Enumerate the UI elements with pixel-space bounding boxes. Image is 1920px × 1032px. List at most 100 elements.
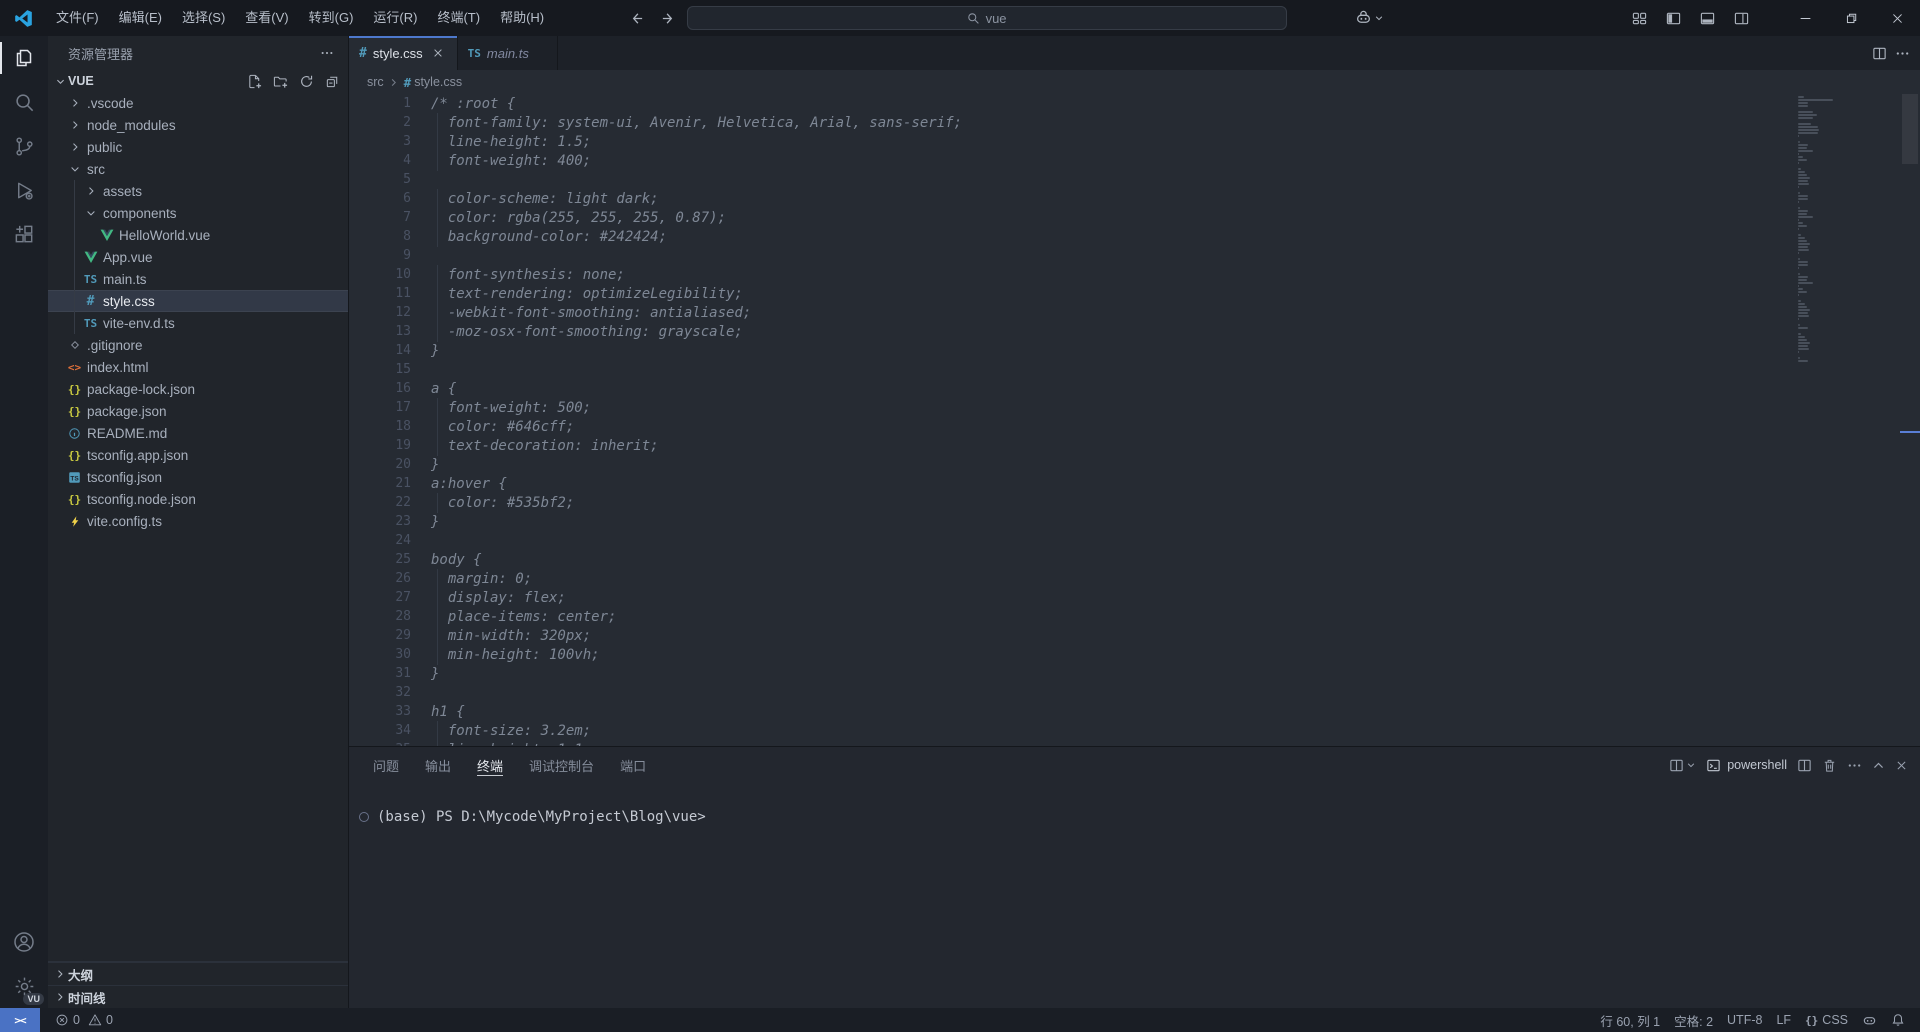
- menu-item[interactable]: 文件(F): [46, 5, 109, 31]
- tree-item-main.ts[interactable]: TSmain.ts: [48, 268, 348, 290]
- command-center-search[interactable]: vue: [687, 6, 1287, 30]
- scrollbar-thumb[interactable]: [1902, 94, 1918, 164]
- close-tab-icon[interactable]: [429, 44, 447, 62]
- code-text: /* :root {: [429, 96, 515, 112]
- toggle-secondary-sidebar-icon[interactable]: [1726, 5, 1756, 31]
- minimap[interactable]: [1792, 94, 1900, 363]
- status-language-mode[interactable]: {}CSS: [1798, 1013, 1855, 1027]
- sidebar-section-时间线[interactable]: 时间线: [48, 985, 348, 1008]
- tree-item-tsconfig.node.json[interactable]: {}tsconfig.node.json: [48, 488, 348, 510]
- tree-item-public[interactable]: public: [48, 136, 348, 158]
- menu-item[interactable]: 终端(T): [427, 5, 490, 31]
- tree-item-tsconfig.app.json[interactable]: {}tsconfig.app.json: [48, 444, 348, 466]
- tree-item-.gitignore[interactable]: .gitignore: [48, 334, 348, 356]
- activity-item-source-control[interactable]: [0, 124, 48, 168]
- code-line: 26 margin: 0;: [349, 569, 1790, 588]
- panel-tab-端口[interactable]: 端口: [620, 747, 646, 783]
- status-eol[interactable]: LF: [1769, 1013, 1798, 1027]
- menu-item[interactable]: 帮助(H): [490, 5, 554, 31]
- menu-item[interactable]: 编辑(E): [109, 5, 172, 31]
- code-line: 16a {: [349, 379, 1790, 398]
- sidebar-section-大纲[interactable]: 大纲: [48, 962, 348, 985]
- terminal-output[interactable]: (base) PS D:\Mycode\MyProject\Blog\vue>: [349, 783, 1920, 1008]
- tree-item-package-lock.json[interactable]: {}package-lock.json: [48, 378, 348, 400]
- chevron-right-icon: [52, 966, 68, 982]
- tree-item-tsconfig.json[interactable]: TStsconfig.json: [48, 466, 348, 488]
- code-text: min-width: 320px;: [429, 628, 591, 644]
- line-number: 31: [349, 666, 411, 681]
- new-folder-icon[interactable]: [270, 71, 290, 91]
- back-button[interactable]: [623, 6, 651, 30]
- split-editor-icon[interactable]: [1872, 46, 1887, 61]
- forward-button[interactable]: [655, 6, 683, 30]
- tree-item-HelloWorld.vue[interactable]: HelloWorld.vue: [48, 224, 348, 246]
- editor-scrollbar[interactable]: [1900, 94, 1920, 746]
- breadcrumb-file[interactable]: style.css: [414, 75, 462, 89]
- tree-item-.vscode[interactable]: .vscode: [48, 92, 348, 114]
- tree-item-README.md[interactable]: README.md: [48, 422, 348, 444]
- activity-item-extensions[interactable]: [0, 212, 48, 256]
- workspace-section-header[interactable]: VUE: [48, 70, 348, 92]
- menu-item[interactable]: 查看(V): [235, 5, 298, 31]
- editor-tab-main.ts[interactable]: TSmain.ts: [458, 36, 558, 70]
- tree-item-assets[interactable]: assets: [48, 180, 348, 202]
- status-cursor-position[interactable]: 行 60, 列 1: [1593, 1011, 1667, 1030]
- css-icon: #: [404, 75, 412, 90]
- tree-item-components[interactable]: components: [48, 202, 348, 224]
- panel-tab-调试控制台[interactable]: 调试控制台: [529, 747, 594, 783]
- chevron-down-icon: [52, 73, 68, 89]
- collapse-folders-icon[interactable]: [322, 71, 342, 91]
- new-file-icon[interactable]: [244, 71, 264, 91]
- tree-item-App.vue[interactable]: App.vue: [48, 246, 348, 268]
- minimize-button[interactable]: [1782, 0, 1828, 36]
- terminal-instance-tab[interactable]: powershell: [1706, 758, 1787, 773]
- activity-item-settings[interactable]: VU: [0, 964, 48, 1008]
- tree-item-style.css[interactable]: #style.css: [48, 290, 348, 312]
- panel-tab-输出[interactable]: 输出: [425, 747, 451, 783]
- close-panel-icon[interactable]: [1895, 759, 1908, 772]
- editor-more-actions-icon[interactable]: [1895, 46, 1910, 61]
- activity-item-accounts[interactable]: [0, 920, 48, 964]
- tree-item-node_modules[interactable]: node_modules: [48, 114, 348, 136]
- problems-status[interactable]: 0 0: [48, 1013, 120, 1027]
- status-encoding[interactable]: UTF-8: [1720, 1013, 1769, 1027]
- tree-item-src[interactable]: src: [48, 158, 348, 180]
- code-line: 18 color: #646cff;: [349, 417, 1790, 436]
- tree-item-package.json[interactable]: {}package.json: [48, 400, 348, 422]
- maximize-panel-icon[interactable]: [1872, 759, 1885, 772]
- activity-item-explorer[interactable]: [0, 36, 48, 80]
- kill-terminal-icon[interactable]: [1822, 758, 1837, 773]
- tree-item-index.html[interactable]: <>index.html: [48, 356, 348, 378]
- status-notifications[interactable]: [1884, 1013, 1912, 1027]
- breadcrumb[interactable]: src # style.css: [349, 70, 1920, 94]
- code-editor[interactable]: 1/* :root {2 font-family: system-ui, Ave…: [349, 94, 1920, 746]
- toggle-panel-icon[interactable]: [1692, 5, 1722, 31]
- restore-button[interactable]: [1828, 0, 1874, 36]
- panel-tab-终端[interactable]: 终端: [477, 747, 503, 783]
- status-copilot-status[interactable]: [1855, 1013, 1884, 1028]
- close-window-button[interactable]: [1874, 0, 1920, 36]
- menu-item[interactable]: 选择(S): [172, 5, 235, 31]
- remote-indicator[interactable]: ><: [0, 1008, 40, 1032]
- minimap-line: [1798, 342, 1810, 344]
- activity-item-search[interactable]: [0, 80, 48, 124]
- explorer-more-actions-icon[interactable]: [316, 42, 338, 64]
- panel-more-actions-icon[interactable]: [1847, 758, 1862, 773]
- menu-item[interactable]: 运行(R): [363, 5, 427, 31]
- tree-item-vite.config.ts[interactable]: vite.config.ts: [48, 510, 348, 532]
- activity-item-run-debug[interactable]: [0, 168, 48, 212]
- line-number: 11: [349, 286, 411, 301]
- breadcrumb-folder[interactable]: src: [367, 75, 384, 89]
- status-indentation[interactable]: 空格: 2: [1667, 1011, 1720, 1030]
- split-terminal-icon[interactable]: [1797, 758, 1812, 773]
- customize-layout-icon[interactable]: [1624, 5, 1654, 31]
- toggle-primary-sidebar-icon[interactable]: [1658, 5, 1688, 31]
- minimap-line: [1798, 162, 1799, 164]
- refresh-icon[interactable]: [296, 71, 316, 91]
- launch-profile-button[interactable]: [1669, 758, 1696, 773]
- menu-item[interactable]: 转到(G): [299, 5, 364, 31]
- editor-tab-style.css[interactable]: #style.css: [349, 36, 458, 70]
- tree-item-vite-env.d.ts[interactable]: TSvite-env.d.ts: [48, 312, 348, 334]
- panel-tab-问题[interactable]: 问题: [373, 747, 399, 783]
- copilot-menu[interactable]: [1355, 10, 1384, 27]
